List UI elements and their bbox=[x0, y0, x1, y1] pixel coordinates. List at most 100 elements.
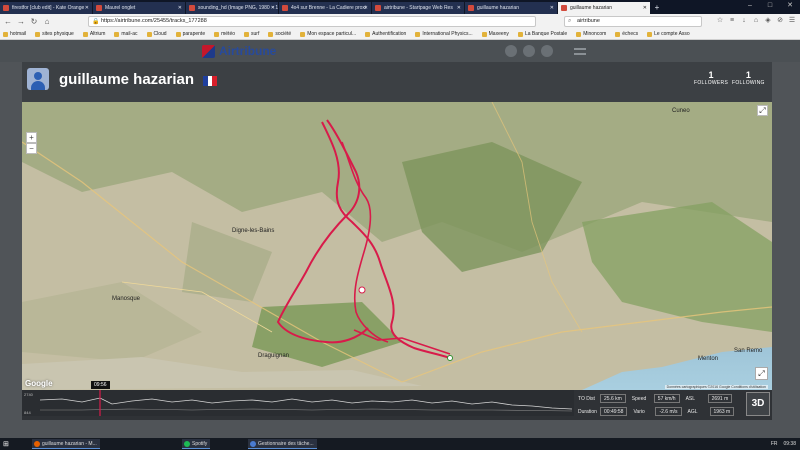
taskbar-item[interactable]: guillaume hazarian - M... bbox=[32, 439, 100, 449]
browser-tab-active[interactable]: guillaume hazarian ✕ bbox=[558, 2, 651, 14]
bookmark-item[interactable]: hotmail bbox=[3, 31, 26, 37]
header-actions bbox=[505, 45, 553, 57]
zoom-in-button[interactable]: + bbox=[26, 132, 37, 143]
windows-start-icon[interactable]: ⊞ bbox=[3, 440, 9, 448]
bookmark-item[interactable]: International Physics... bbox=[415, 31, 473, 37]
close-window-icon[interactable]: ✕ bbox=[780, 0, 800, 12]
browser-tab[interactable]: airtribune - Startpage Web Res ✕ bbox=[372, 2, 465, 14]
browser-tab[interactable]: 4x4 sur Brenne - La Cadiere proxi ✕ bbox=[279, 2, 372, 14]
new-tab-button[interactable]: + bbox=[651, 2, 663, 14]
taskbar-item[interactable]: Gestionnaire des tâche... bbox=[248, 439, 317, 449]
maximize-icon[interactable]: □ bbox=[760, 0, 780, 12]
bookmark-item[interactable]: sites physique bbox=[35, 31, 74, 37]
language-indicator[interactable]: FR bbox=[771, 439, 778, 449]
bookmark-item[interactable]: surf bbox=[244, 31, 259, 37]
glider-position-marker[interactable] bbox=[358, 286, 366, 294]
bookmark-item[interactable]: Cloud bbox=[146, 31, 167, 37]
address-bar[interactable]: 🔒 https://airtribune.com/25455/tracks_17… bbox=[88, 16, 536, 27]
elevation-profile[interactable]: 2740 844 bbox=[22, 390, 574, 416]
site-logo[interactable]: Airtribune bbox=[202, 44, 276, 58]
map-attribution[interactable]: Données cartographiques ©2016 Google Con… bbox=[664, 385, 768, 389]
bookmark-item[interactable]: météo bbox=[214, 31, 235, 37]
bookmark-item[interactable]: Le compte Asso bbox=[647, 31, 690, 37]
browser-tab[interactable]: guillaume hazarian ✕ bbox=[465, 2, 558, 14]
tab-favicon-icon bbox=[189, 5, 195, 11]
bookmark-item[interactable]: mail-ac bbox=[114, 31, 138, 37]
browser-tab[interactable]: sounding_hd (Image PNG, 1980 × 1 ✕ bbox=[186, 2, 279, 14]
minimize-icon[interactable]: – bbox=[740, 0, 760, 12]
close-icon[interactable]: ✕ bbox=[178, 2, 182, 14]
home-toolbar-icon[interactable]: ⌂ bbox=[752, 17, 760, 25]
forward-icon[interactable]: → bbox=[16, 17, 26, 27]
browser-tab[interactable]: Maurel onglet ✕ bbox=[93, 2, 186, 14]
bookmark-icon bbox=[576, 31, 582, 37]
close-icon[interactable]: ✕ bbox=[364, 2, 368, 14]
close-icon[interactable]: ✕ bbox=[550, 2, 554, 14]
track-playback-panel: 2740 844 09:56 TO Dist 25.6 km Speed 57 … bbox=[22, 381, 772, 420]
reader-icon[interactable]: ≡ bbox=[728, 17, 736, 25]
home-icon[interactable]: ⌂ bbox=[42, 17, 52, 27]
clock[interactable]: 09:38 bbox=[783, 439, 796, 449]
bookmark-item[interactable]: Maxeeny bbox=[481, 31, 509, 37]
search-input[interactable]: ⌕ airtribune bbox=[564, 16, 702, 27]
zoom-out-button[interactable]: − bbox=[26, 143, 37, 154]
search-icon: ⌕ bbox=[568, 18, 572, 24]
bookmark-item[interactable]: société bbox=[268, 31, 291, 37]
close-icon[interactable]: ✕ bbox=[643, 2, 647, 14]
shield-icon[interactable]: ◈ bbox=[764, 17, 772, 25]
spotify-icon bbox=[184, 441, 190, 447]
notifications-icon[interactable] bbox=[505, 45, 517, 57]
followers-stat[interactable]: 1 FOLLOWERS bbox=[694, 70, 728, 86]
system-tray: FR 09:38 bbox=[771, 439, 796, 449]
close-icon[interactable]: ✕ bbox=[457, 2, 461, 14]
avatar-body bbox=[31, 81, 45, 90]
map-fullscreen-icon[interactable]: ⤢ bbox=[757, 105, 768, 116]
hamburger-menu-icon[interactable] bbox=[574, 48, 586, 55]
bookmark-item[interactable]: La Banque Postale bbox=[517, 31, 567, 37]
browser-tab[interactable]: firestfor [club edit] - Kate Orange ✕ bbox=[0, 2, 93, 14]
user-avatar-icon[interactable] bbox=[541, 45, 553, 57]
bookmark-item[interactable]: parapente bbox=[175, 31, 205, 37]
pilot-name: guillaume hazarian bbox=[59, 71, 195, 88]
reload-icon[interactable]: ↻ bbox=[29, 17, 39, 27]
avatar[interactable] bbox=[27, 68, 49, 90]
bookmark-icon bbox=[481, 31, 487, 37]
track-map[interactable]: Cuneo Manosque Menton San Remo Draguigna… bbox=[22, 102, 772, 390]
messages-icon[interactable] bbox=[523, 45, 535, 57]
browser-tab-bar: firestfor [club edit] - Kate Orange ✕ Mau… bbox=[0, 0, 800, 14]
bookmark-item[interactable]: Altrium bbox=[82, 31, 105, 37]
bookmark-icon bbox=[3, 31, 8, 37]
bookmark-icon bbox=[300, 31, 306, 37]
to-dist-value: 25.6 km bbox=[600, 394, 626, 403]
download-icon[interactable]: ↓ bbox=[740, 17, 748, 25]
back-icon[interactable]: ← bbox=[3, 17, 13, 27]
tab-favicon-icon bbox=[561, 5, 567, 11]
close-icon[interactable]: ✕ bbox=[85, 2, 89, 14]
following-stat[interactable]: 1 FOLLOWING bbox=[732, 70, 765, 86]
speed-label: Speed bbox=[631, 395, 647, 402]
elevation-top-label: 2740 bbox=[24, 392, 34, 397]
agl-value: 1963 m bbox=[709, 407, 735, 416]
landing-marker[interactable] bbox=[447, 355, 453, 361]
bookmark-item[interactable]: Minoncom bbox=[576, 31, 606, 37]
place-label: Menton bbox=[698, 356, 718, 362]
star-icon[interactable]: ☆ bbox=[716, 17, 724, 25]
block-icon[interactable]: ⊘ bbox=[776, 17, 784, 25]
terrain-map: Cuneo Manosque Menton San Remo Draguigna… bbox=[22, 102, 772, 390]
expand-icon[interactable]: ⤢ bbox=[755, 367, 768, 380]
to-dist-label: TO Dist bbox=[578, 395, 595, 402]
elevation-bottom-label: 844 bbox=[24, 410, 31, 415]
duration-value: 00:49:58 bbox=[600, 407, 628, 416]
place-label: Cuneo bbox=[672, 108, 690, 114]
view-3d-button[interactable]: 3D bbox=[746, 392, 770, 416]
firefox-icon bbox=[34, 441, 40, 447]
close-icon[interactable]: ✕ bbox=[271, 2, 275, 14]
folder-icon bbox=[244, 31, 250, 37]
task-manager-icon bbox=[250, 441, 256, 447]
bookmark-item[interactable]: échecs bbox=[615, 31, 638, 37]
bookmark-item[interactable]: Mon espace particul... bbox=[300, 31, 356, 37]
france-flag-icon bbox=[203, 76, 218, 86]
taskbar-item[interactable]: Spotify bbox=[182, 439, 211, 449]
bookmark-item[interactable]: Authentification bbox=[365, 31, 406, 37]
menu-icon[interactable]: ☰ bbox=[788, 17, 796, 25]
